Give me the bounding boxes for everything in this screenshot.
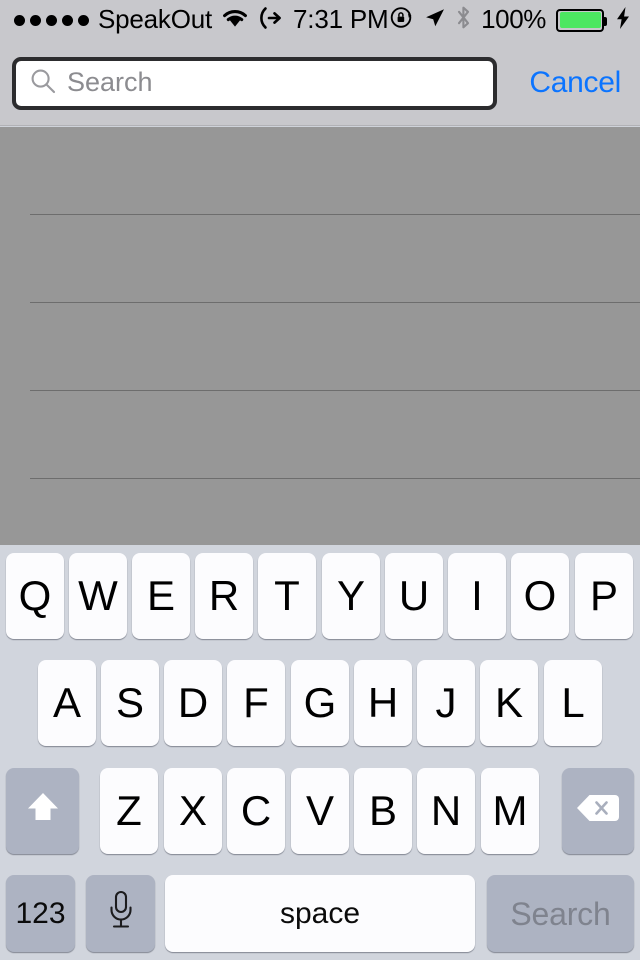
bluetooth-icon bbox=[456, 5, 471, 35]
list-row-separator bbox=[30, 390, 640, 391]
lightning-bolt-icon bbox=[616, 6, 630, 35]
key-m[interactable]: M bbox=[481, 768, 539, 854]
key-u[interactable]: U bbox=[385, 553, 443, 639]
iphone-screen: SpeakOut 7:31 PM bbox=[0, 0, 640, 960]
battery-icon bbox=[556, 9, 604, 32]
key-d[interactable]: D bbox=[164, 660, 222, 746]
key-b[interactable]: B bbox=[354, 768, 412, 854]
list-row-separator bbox=[30, 214, 640, 215]
signal-dot bbox=[46, 15, 57, 26]
call-forwarding-icon bbox=[258, 6, 284, 35]
status-bar-clock: 7:31 PM bbox=[293, 6, 388, 32]
rotation-lock-icon bbox=[390, 6, 413, 34]
key-l[interactable]: L bbox=[544, 660, 602, 746]
wifi-icon bbox=[221, 7, 249, 33]
cancel-button[interactable]: Cancel bbox=[529, 40, 621, 126]
key-r[interactable]: R bbox=[195, 553, 253, 639]
key-i[interactable]: I bbox=[448, 553, 506, 639]
onscreen-keyboard: Q W E R T Y U I O P A S D F G H J K L Z … bbox=[0, 545, 640, 960]
key-e[interactable]: E bbox=[132, 553, 190, 639]
key-s[interactable]: S bbox=[101, 660, 159, 746]
search-return-key[interactable]: Search bbox=[487, 875, 634, 952]
key-q[interactable]: Q bbox=[6, 553, 64, 639]
key-t[interactable]: T bbox=[258, 553, 316, 639]
search-input-placeholder: Search bbox=[67, 69, 153, 96]
status-bar-left-group: SpeakOut 7:31 PM bbox=[14, 0, 388, 40]
search-icon bbox=[30, 68, 56, 99]
status-bar-right-group: 100% bbox=[390, 0, 630, 40]
key-c[interactable]: C bbox=[227, 768, 285, 854]
shift-arrow-icon bbox=[23, 789, 63, 834]
space-key[interactable]: space bbox=[165, 875, 475, 952]
battery-percentage: 100% bbox=[481, 6, 546, 32]
list-row-separator bbox=[30, 302, 640, 303]
backspace-delete-icon bbox=[575, 790, 621, 832]
key-f[interactable]: F bbox=[227, 660, 285, 746]
key-o[interactable]: O bbox=[511, 553, 569, 639]
signal-dot bbox=[78, 15, 89, 26]
key-n[interactable]: N bbox=[417, 768, 475, 854]
key-z[interactable]: Z bbox=[100, 768, 158, 854]
search-bar-container: Search Cancel bbox=[0, 40, 640, 126]
dictation-key[interactable] bbox=[86, 875, 155, 952]
key-x[interactable]: X bbox=[164, 768, 222, 854]
location-arrow-icon bbox=[423, 6, 446, 34]
key-w[interactable]: W bbox=[69, 553, 127, 639]
backspace-key[interactable] bbox=[562, 768, 634, 854]
key-y[interactable]: Y bbox=[322, 553, 380, 639]
signal-dot bbox=[62, 15, 73, 26]
shift-key[interactable] bbox=[6, 768, 79, 854]
key-p[interactable]: P bbox=[575, 553, 633, 639]
search-input[interactable]: Search bbox=[12, 57, 497, 110]
numbers-key[interactable]: 123 bbox=[6, 875, 75, 952]
signal-strength-dots bbox=[14, 15, 89, 26]
status-bar: SpeakOut 7:31 PM bbox=[0, 0, 640, 40]
dimmed-content-overlay[interactable] bbox=[0, 127, 640, 545]
list-row-separator bbox=[30, 478, 640, 479]
key-h[interactable]: H bbox=[354, 660, 412, 746]
carrier-name: SpeakOut bbox=[98, 6, 212, 32]
key-v[interactable]: V bbox=[291, 768, 349, 854]
key-k[interactable]: K bbox=[480, 660, 538, 746]
signal-dot bbox=[14, 15, 25, 26]
key-j[interactable]: J bbox=[417, 660, 475, 746]
microphone-icon bbox=[107, 889, 135, 938]
key-g[interactable]: G bbox=[291, 660, 349, 746]
signal-dot bbox=[30, 15, 41, 26]
key-a[interactable]: A bbox=[38, 660, 96, 746]
